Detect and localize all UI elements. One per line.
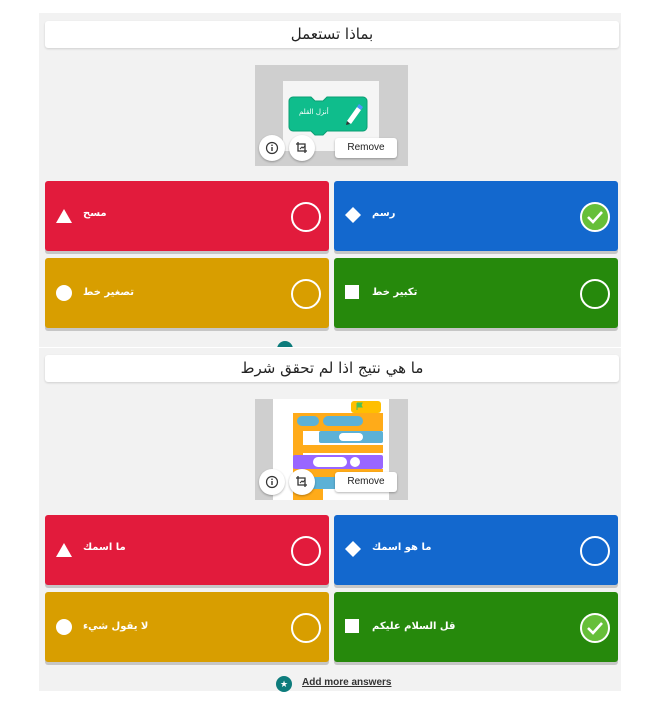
- answer-text[interactable]: ما اسمك: [83, 542, 126, 553]
- question-title[interactable]: بماذا تستعمل: [45, 21, 619, 48]
- diamond-icon: [345, 541, 361, 557]
- correct-toggle[interactable]: [580, 279, 610, 309]
- answer-option-3[interactable]: لا يقول شيء: [45, 592, 329, 662]
- question-media: Remove: [255, 399, 408, 500]
- circle-icon: [56, 619, 72, 635]
- square-icon: [345, 285, 359, 299]
- answer-option-3[interactable]: تصغير خط: [45, 258, 329, 328]
- diamond-icon: [345, 207, 361, 223]
- answer-option-2[interactable]: رسم: [334, 181, 618, 251]
- question-title[interactable]: ما هي نتيج اذا لم تحقق شرط: [45, 355, 619, 382]
- triangle-icon: [56, 209, 72, 223]
- crop-icon[interactable]: [289, 469, 315, 495]
- star-icon: ★: [276, 676, 292, 692]
- answer-text[interactable]: ما هو اسمك: [372, 542, 431, 553]
- answer-text[interactable]: قل السلام عليكم: [372, 621, 455, 632]
- triangle-icon: [56, 543, 72, 557]
- check-icon: [587, 622, 603, 635]
- answer-text[interactable]: تكبير خط: [372, 287, 417, 298]
- correct-toggle[interactable]: [580, 202, 610, 232]
- correct-toggle[interactable]: [580, 613, 610, 643]
- add-more-answers-label[interactable]: Add more answers: [302, 677, 391, 688]
- question-card-1: بماذا تستعمل أنزل القلم Remove مسح رسم ت…: [39, 13, 621, 347]
- crop-icon[interactable]: [289, 135, 315, 161]
- remove-media-button[interactable]: Remove: [335, 138, 397, 158]
- block-label: أنزل القلم: [299, 108, 329, 116]
- answer-option-4[interactable]: قل السلام عليكم: [334, 592, 618, 662]
- correct-toggle[interactable]: [580, 536, 610, 566]
- check-icon: [587, 211, 603, 224]
- correct-toggle[interactable]: [291, 279, 321, 309]
- answer-option-1[interactable]: مسح: [45, 181, 329, 251]
- correct-toggle[interactable]: [291, 536, 321, 566]
- info-icon[interactable]: [259, 135, 285, 161]
- star-icon[interactable]: [277, 341, 293, 347]
- correct-toggle[interactable]: [291, 202, 321, 232]
- answer-text[interactable]: لا يقول شيء: [83, 621, 148, 632]
- answer-text[interactable]: مسح: [83, 208, 107, 219]
- answer-option-4[interactable]: تكبير خط: [334, 258, 618, 328]
- square-icon: [345, 619, 359, 633]
- question-media: أنزل القلم Remove: [255, 65, 408, 166]
- remove-media-button[interactable]: Remove: [335, 472, 397, 492]
- circle-icon: [56, 285, 72, 301]
- answer-option-2[interactable]: ما هو اسمك: [334, 515, 618, 585]
- question-card-2: ما هي نتيج اذا لم تحقق شرط Remove ما اسم…: [39, 348, 621, 691]
- answer-text[interactable]: رسم: [372, 208, 395, 219]
- correct-toggle[interactable]: [291, 613, 321, 643]
- info-icon[interactable]: [259, 469, 285, 495]
- answer-option-1[interactable]: ما اسمك: [45, 515, 329, 585]
- answer-text[interactable]: تصغير خط: [83, 287, 134, 298]
